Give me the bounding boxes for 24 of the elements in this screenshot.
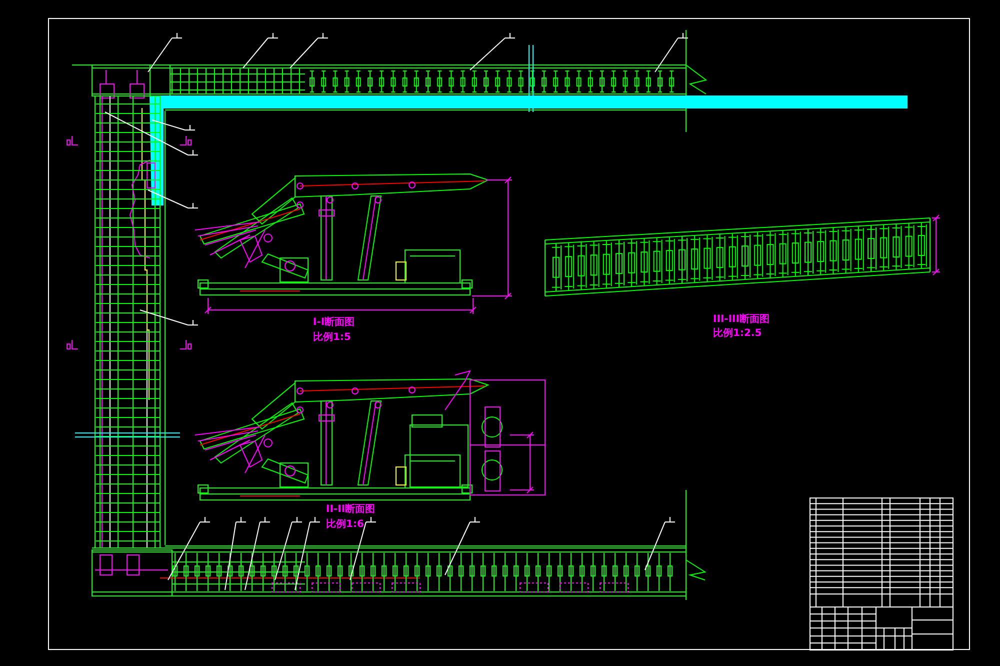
leader-line [644, 516, 676, 570]
scale-label: 比例1:6 [326, 519, 364, 530]
section-mark-icon [180, 340, 192, 350]
leader-line [290, 32, 328, 68]
leader-line [168, 516, 210, 580]
leader-line [444, 516, 480, 576]
section-mark-icon [66, 136, 78, 146]
section-title: I-I断面图 [313, 317, 355, 328]
section-title: III-III断面图 [713, 314, 770, 325]
leader-line [148, 190, 198, 208]
scale-label: 比例1:2.5 [713, 328, 762, 339]
leader-line [470, 32, 516, 70]
leader-line [242, 32, 278, 68]
dimension-line [932, 214, 940, 276]
section-cut-line [528, 44, 534, 112]
leader-line [654, 32, 688, 72]
leader-line [140, 310, 198, 326]
section-title: II-II断面图 [326, 504, 376, 515]
scale-label: 比例1:5 [313, 332, 351, 343]
leader-line [148, 32, 182, 72]
dimension-line [510, 432, 534, 494]
leader-line [274, 516, 302, 580]
section-mark-icon [66, 340, 78, 350]
section-mark-icon [180, 136, 192, 146]
